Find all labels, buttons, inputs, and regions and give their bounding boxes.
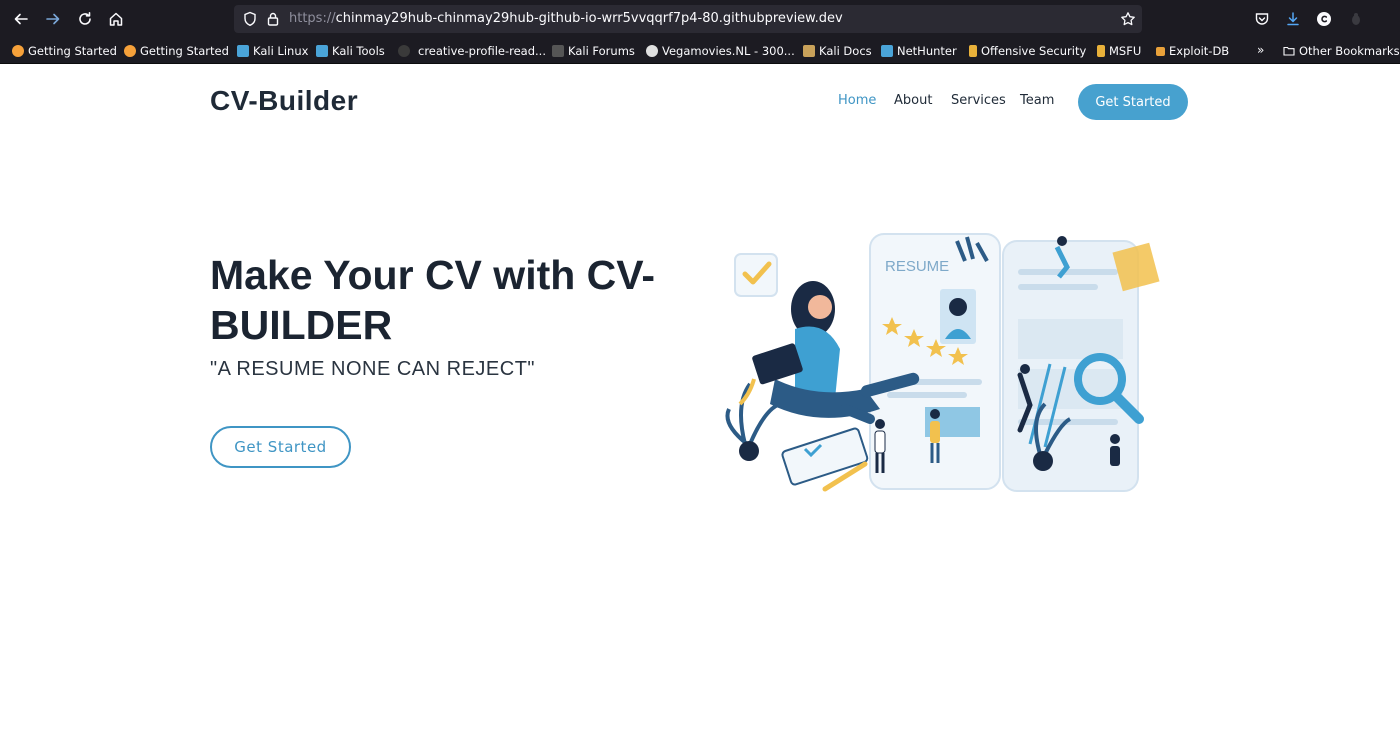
shield-icon[interactable] — [242, 11, 258, 27]
woman-with-laptop — [752, 281, 880, 424]
bookmarks-overflow-chevron-icon[interactable]: » — [1257, 43, 1264, 57]
google-icon — [646, 45, 658, 57]
url-bar[interactable]: https://chinmay29hub-chinmay29hub-github… — [234, 5, 1142, 33]
bookmarks-bar: Getting Started Getting Started Kali Lin… — [0, 38, 1400, 64]
lock-icon[interactable] — [265, 11, 281, 27]
nav-services[interactable]: Services — [951, 93, 1006, 108]
nethunter-icon — [881, 45, 893, 57]
bookmark-item[interactable]: Vegamovies.NL - 300... — [646, 42, 795, 60]
bookmark-item[interactable]: Getting Started — [124, 42, 229, 60]
bookmark-item[interactable]: NetHunter — [881, 42, 957, 60]
bookmark-label: Kali Tools — [332, 44, 385, 58]
forward-arrow-icon[interactable] — [41, 7, 65, 31]
reload-icon[interactable] — [73, 7, 97, 31]
nav-about[interactable]: About — [894, 93, 932, 108]
bookmark-item[interactable]: Kali Linux — [237, 42, 308, 60]
bookmark-label: creative-profile-read... — [418, 44, 546, 58]
kali-tools-icon — [316, 45, 328, 57]
hero-get-started-button[interactable]: Get Started — [210, 426, 351, 468]
star-bookmark-icon[interactable] — [1120, 11, 1136, 27]
other-bookmarks-label: Other Bookmarks — [1299, 44, 1400, 58]
bookmark-label: MSFU — [1109, 44, 1142, 58]
bookmark-item[interactable]: Kali Forums — [552, 42, 635, 60]
kali-docs-icon — [803, 45, 815, 57]
url-text[interactable]: https://chinmay29hub-chinmay29hub-github… — [289, 11, 843, 26]
bookmark-label: NetHunter — [897, 44, 957, 58]
bookmark-label: Getting Started — [28, 44, 117, 58]
bookmark-label: Kali Docs — [819, 44, 872, 58]
bookmark-label: Getting Started — [140, 44, 229, 58]
url-host: chinmay29hub-chinmay29hub-github-io-wrr5… — [335, 11, 843, 26]
bookmark-label: Exploit-DB — [1169, 44, 1230, 58]
bookmark-label: Vegamovies.NL - 300... — [662, 44, 795, 58]
exploit-db-icon — [1156, 46, 1165, 56]
bookmark-label: Offensive Security — [981, 44, 1087, 58]
resume-label: RESUME — [885, 258, 949, 275]
bookmark-item[interactable]: Offensive Security — [969, 42, 1086, 60]
kali-forums-icon — [552, 45, 564, 57]
extension-c-icon[interactable] — [1315, 10, 1333, 28]
home-icon[interactable] — [104, 7, 128, 31]
bookmark-item[interactable]: Kali Tools — [316, 42, 385, 60]
resume-illustration: RESUME — [725, 233, 1160, 492]
bookmark-item[interactable]: MSFU — [1097, 42, 1141, 60]
resume-card-front: RESUME — [869, 233, 1001, 490]
plant-left — [725, 378, 781, 461]
github-icon — [398, 45, 410, 57]
bookmark-label: Kali Linux — [253, 44, 309, 58]
bookmark-item[interactable]: Kali Docs — [803, 42, 872, 60]
other-bookmarks[interactable]: Other Bookmarks — [1283, 42, 1400, 60]
browser-toolbar: https://chinmay29hub-chinmay29hub-github… — [0, 0, 1400, 38]
nav-team[interactable]: Team — [1020, 93, 1054, 108]
bookmark-item[interactable]: Exploit-DB — [1156, 42, 1229, 60]
kali-dragon-icon — [237, 45, 249, 57]
folder-icon — [1283, 46, 1295, 56]
check-card — [734, 253, 778, 297]
back-arrow-icon[interactable] — [9, 7, 33, 31]
page: CV-Builder Home About Services Team Get … — [0, 64, 1400, 730]
pocket-icon[interactable] — [1253, 10, 1271, 28]
hero-subtitle: "A RESUME NONE CAN REJECT" — [210, 358, 536, 380]
download-icon[interactable] — [1284, 10, 1302, 28]
firefox-icon — [12, 45, 24, 57]
clipboard — [781, 427, 869, 492]
msfu-icon — [1097, 45, 1105, 57]
bookmark-label: Kali Forums — [568, 44, 635, 58]
site-logo[interactable]: CV-Builder — [210, 85, 358, 117]
nav-home[interactable]: Home — [838, 93, 876, 108]
nav-get-started-button[interactable]: Get Started — [1078, 84, 1188, 120]
hero-title: Make Your CV with CV-BUILDER — [210, 252, 656, 348]
bookmark-item[interactable]: Getting Started — [12, 42, 117, 60]
extension-beetle-icon[interactable] — [1347, 10, 1365, 28]
bookmark-item[interactable]: creative-profile-read... — [398, 42, 546, 60]
url-scheme: https:// — [289, 11, 336, 26]
offsec-icon — [969, 45, 977, 57]
firefox-icon — [124, 45, 136, 57]
